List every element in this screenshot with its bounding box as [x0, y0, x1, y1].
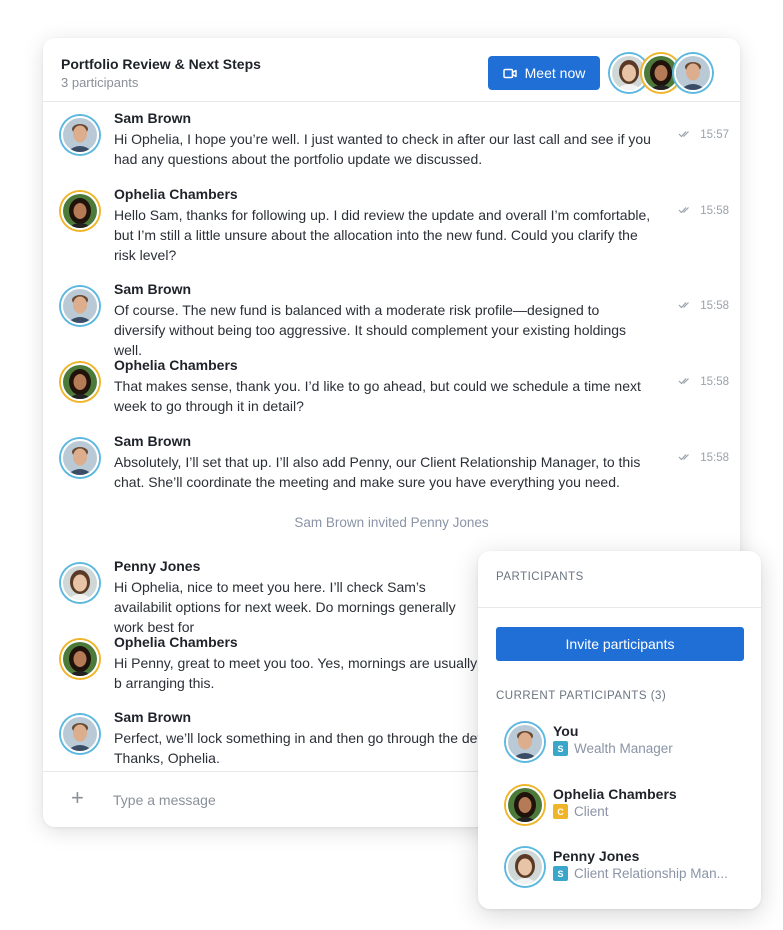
sender-name: Ophelia Chambers: [114, 186, 238, 202]
message-text: That makes sense, thank you. I’d like to…: [114, 378, 641, 414]
message-input[interactable]: [113, 786, 513, 814]
message-text: Hi Ophelia, nice to meet you here. I’ll …: [114, 579, 456, 635]
role-badge: S: [553, 741, 568, 756]
participant-avatars[interactable]: [610, 54, 712, 92]
double-check-icon: [678, 129, 692, 141]
participant-name: You: [553, 723, 579, 739]
message-meta: 15:58: [678, 376, 729, 388]
double-check-icon: [678, 376, 692, 388]
invite-participants-button[interactable]: Invite participants: [496, 627, 744, 661]
panel-title: PARTICIPANTS: [496, 571, 584, 583]
avatar-sam: [61, 287, 99, 325]
divider: [478, 607, 761, 608]
double-check-icon: [678, 205, 692, 217]
sender-name: Sam Brown: [114, 110, 192, 126]
message-time: 15:57: [700, 129, 729, 141]
double-check-icon: [678, 452, 692, 464]
message-meta: 15:57: [678, 129, 729, 141]
message-text: Perfect, we’ll lock something in and the…: [114, 730, 482, 766]
participant-item[interactable]: Penny Jones S Client Relationship Man...: [506, 848, 746, 888]
participant-item[interactable]: Ophelia Chambers C Client: [506, 786, 746, 826]
plus-icon[interactable]: +: [71, 785, 84, 811]
message-text: Hi Penny, great to meet you too. Yes, mo…: [114, 655, 478, 691]
avatar-you: [506, 723, 544, 761]
message-time: 15:58: [700, 205, 729, 217]
role-label: Client: [574, 804, 609, 819]
avatar-penny: [506, 848, 544, 886]
system-message: Sam Brown invited Penny Jones: [294, 515, 489, 530]
role-label: Client Relationship Man...: [574, 866, 728, 881]
message-text: Absolutely, I’ll set that up. I’ll also …: [114, 454, 641, 490]
avatar-ophelia: [61, 640, 99, 678]
message-text: Of course. The new fund is balanced with…: [114, 302, 627, 358]
participant-item[interactable]: You S Wealth Manager: [506, 723, 746, 763]
meet-now-label: Meet now: [524, 65, 586, 81]
chat-title: Portfolio Review & Next Steps: [61, 56, 261, 72]
participant-role: S Client Relationship Man...: [553, 866, 743, 881]
message-meta: 15:58: [678, 452, 729, 464]
participant-name: Penny Jones: [553, 848, 640, 864]
sender-name: Sam Brown: [114, 281, 192, 297]
double-check-icon: [678, 300, 692, 312]
role-badge: C: [553, 804, 568, 819]
avatar-sam: [61, 439, 99, 477]
avatar-penny: [61, 564, 99, 602]
avatar-sam: [61, 715, 99, 753]
message-time: 15:58: [700, 376, 729, 388]
meet-now-button[interactable]: Meet now: [488, 56, 600, 90]
current-participants-label: CURRENT PARTICIPANTS (3): [496, 690, 667, 702]
participant-name: Ophelia Chambers: [553, 786, 677, 802]
sender-name: Penny Jones: [114, 558, 201, 574]
video-camera-icon: [502, 68, 517, 79]
sender-name: Ophelia Chambers: [114, 357, 238, 373]
avatar-sam: [674, 54, 712, 92]
message-time: 15:58: [700, 452, 729, 464]
message-meta: 15:58: [678, 300, 729, 312]
avatar-ophelia: [61, 192, 99, 230]
message-text: Hi Ophelia, I hope you’re well. I just w…: [114, 131, 651, 167]
avatar-sam: [61, 116, 99, 154]
role-badge: S: [553, 866, 568, 881]
avatar-ophelia: [506, 786, 544, 824]
participant-role: S Wealth Manager: [553, 741, 743, 756]
message-time: 15:58: [700, 300, 729, 312]
avatar-ophelia: [61, 363, 99, 401]
chat-header: Portfolio Review & Next Steps 3 particip…: [43, 38, 740, 102]
message-text: Hello Sam, thanks for following up. I di…: [114, 207, 651, 263]
sender-name: Sam Brown: [114, 433, 192, 449]
role-label: Wealth Manager: [574, 741, 673, 756]
message-meta: 15:58: [678, 205, 729, 217]
participant-count: 3 participants: [61, 75, 139, 90]
participant-role: C Client: [553, 804, 743, 819]
participants-panel: PARTICIPANTS Invite participants CURRENT…: [478, 551, 761, 909]
sender-name: Ophelia Chambers: [114, 634, 238, 650]
sender-name: Sam Brown: [114, 709, 192, 725]
